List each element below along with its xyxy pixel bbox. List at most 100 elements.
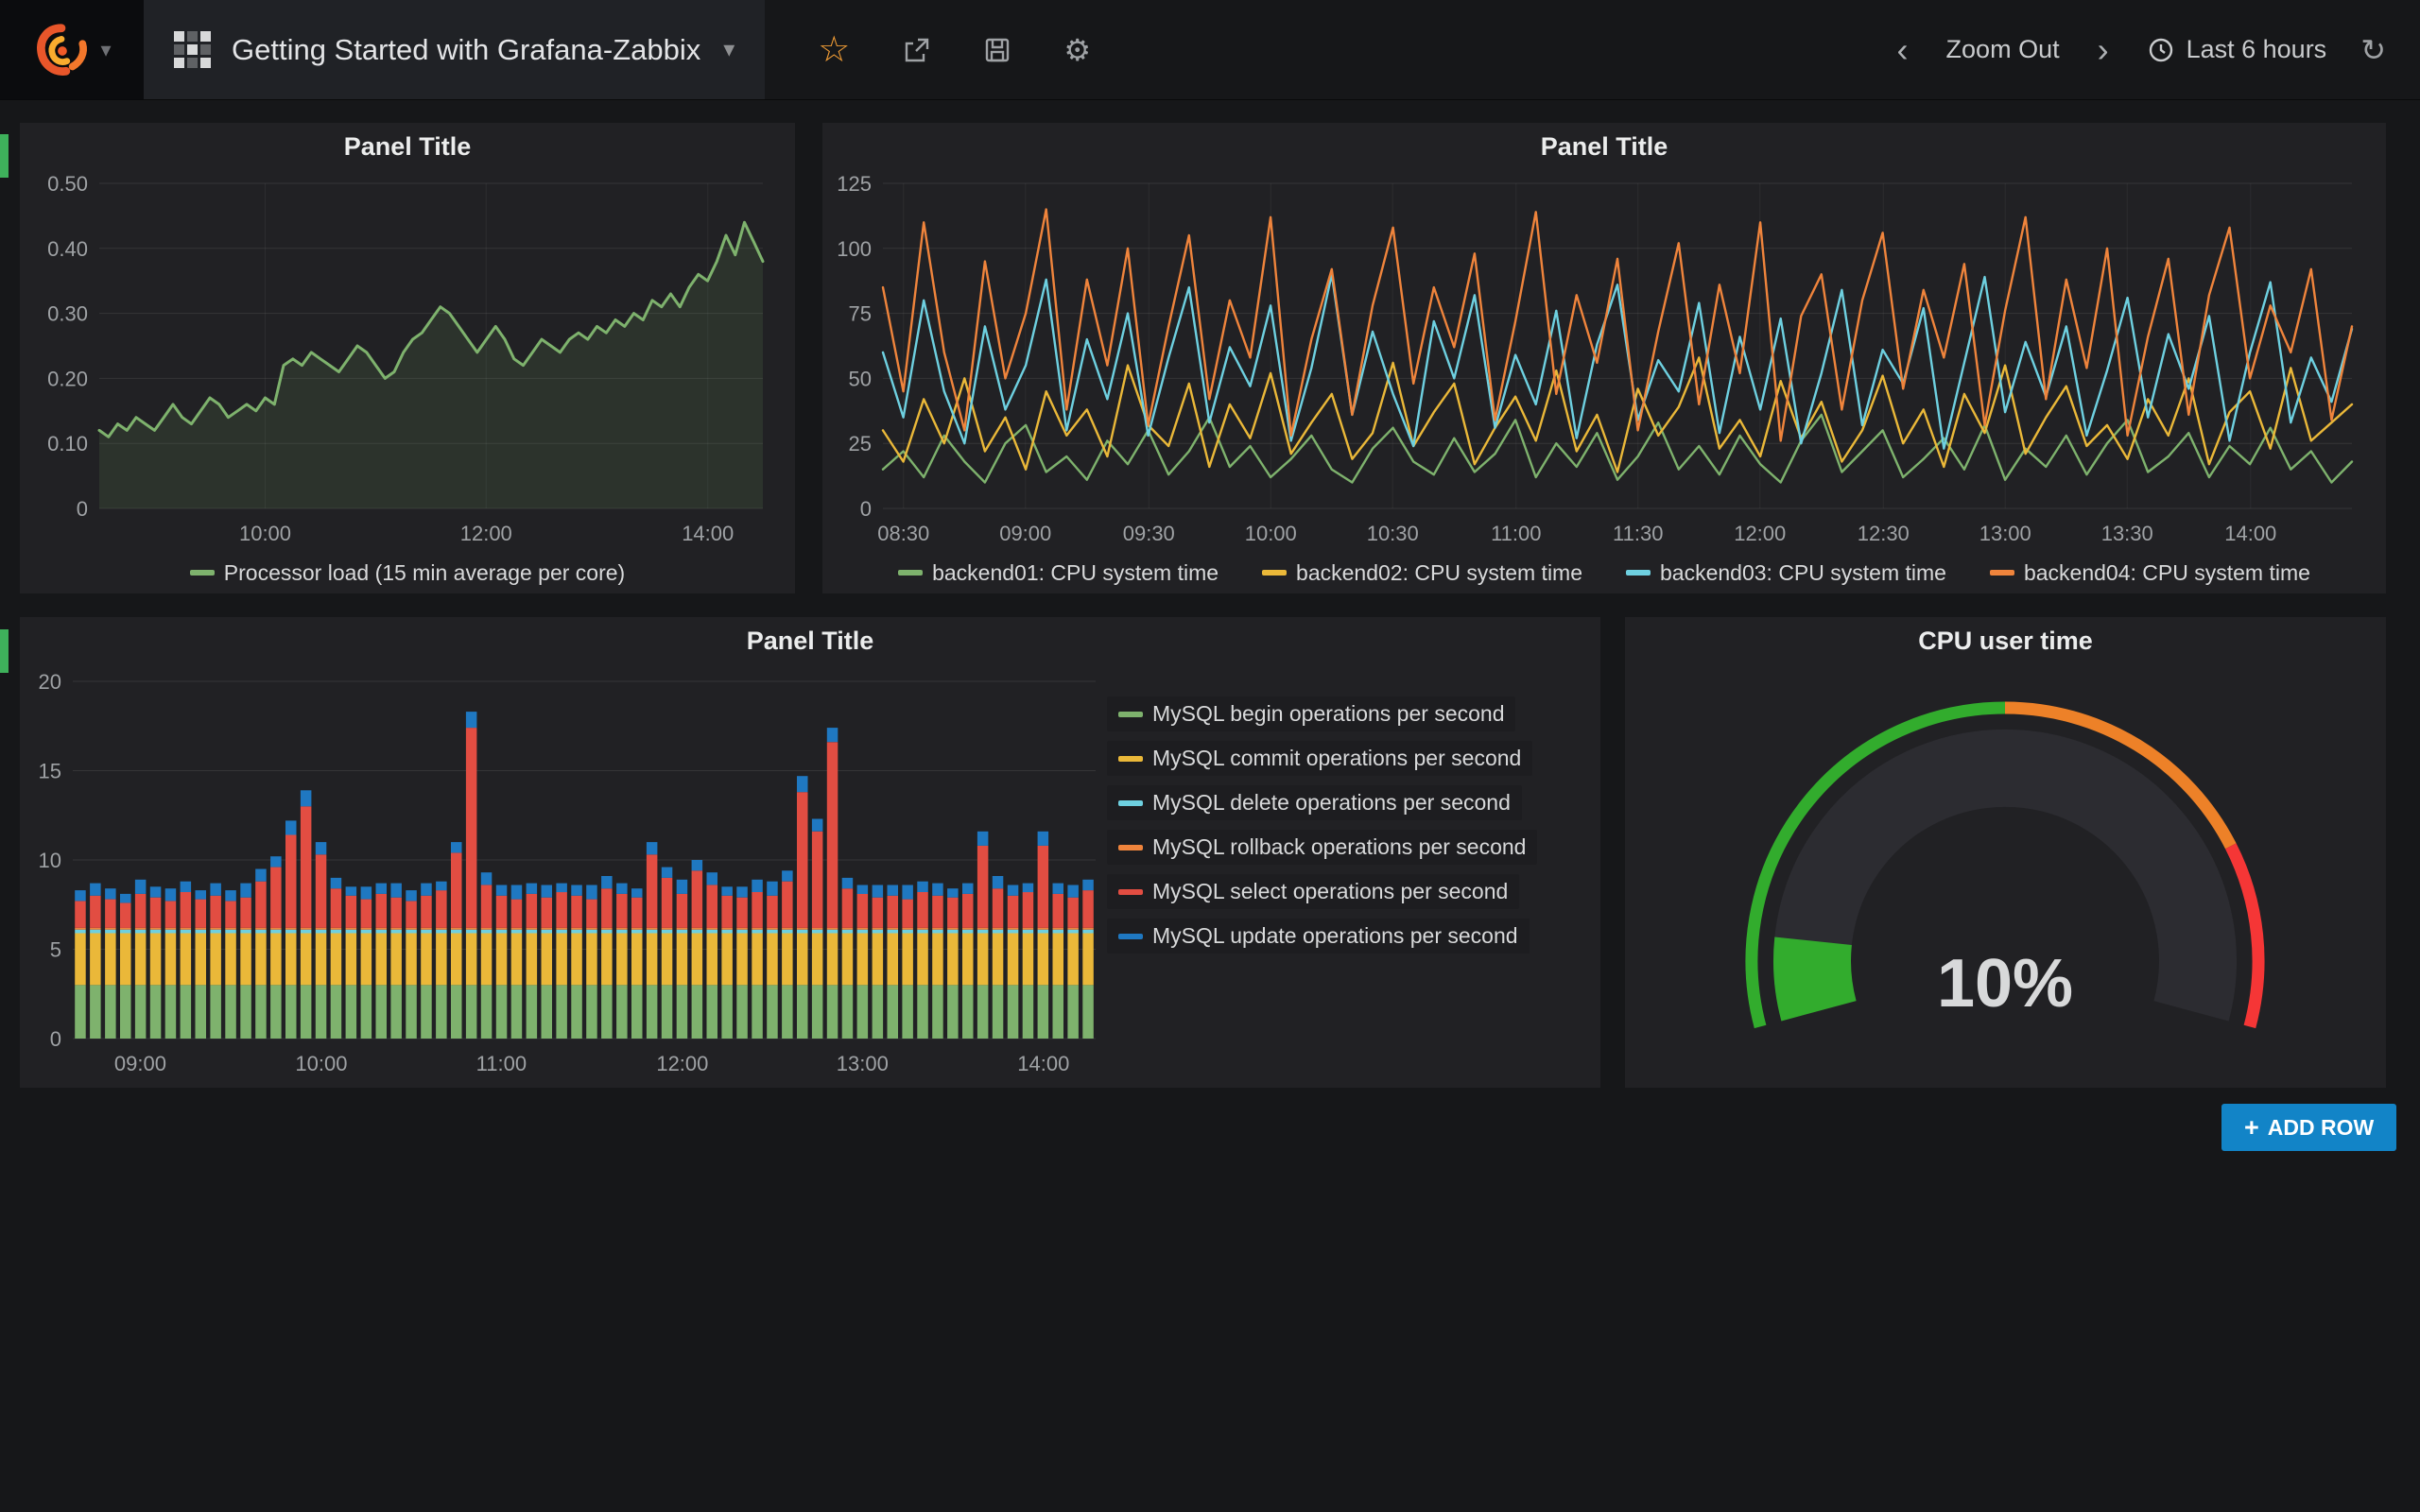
svg-text:10:00: 10:00 (239, 522, 291, 545)
time-shift-right-button[interactable]: › (2094, 30, 2113, 70)
svg-text:0.50: 0.50 (47, 172, 88, 196)
clock-icon (2147, 36, 2175, 64)
svg-text:09:00: 09:00 (114, 1052, 166, 1075)
legend-marker (898, 570, 923, 576)
svg-text:11:00: 11:00 (1491, 522, 1541, 545)
star-icon: ☆ (818, 32, 850, 68)
legend-label: MySQL update operations per second (1152, 923, 1518, 949)
legend-label: MySQL rollback operations per second (1152, 834, 1526, 860)
chevron-left-icon: ‹ (1897, 30, 1909, 69)
legend-item[interactable]: MySQL delete operations per second (1107, 785, 1522, 820)
legend-marker (1118, 845, 1143, 850)
svg-text:12:00: 12:00 (1734, 522, 1786, 545)
svg-text:10:00: 10:00 (295, 1052, 347, 1075)
panel-cpu-system-time: Panel Title 025507510012508:3009:0009:30… (822, 123, 2386, 593)
panel-title[interactable]: Panel Title (822, 123, 2386, 170)
legend-marker (1118, 800, 1143, 806)
refresh-button[interactable]: ↻ (2360, 35, 2386, 65)
svg-text:10%: 10% (1937, 946, 2073, 1022)
save-button[interactable] (982, 35, 1012, 65)
panel-mysql-operations: Panel Title 0510152009:0010:0011:0012:00… (20, 617, 1600, 1088)
legend-label: Processor load (15 min average per core) (224, 560, 625, 586)
save-icon (982, 35, 1012, 65)
time-range-picker[interactable]: Last 6 hours (2141, 34, 2333, 65)
legend-marker (1626, 570, 1651, 576)
legend-item[interactable]: Processor load (15 min average per core) (190, 560, 625, 586)
grafana-logo-menu[interactable]: ▾ (0, 0, 144, 99)
svg-text:50: 50 (849, 367, 872, 390)
bar-chart-canvas[interactable]: 0510152009:0010:0011:0012:0013:0014:00 (20, 664, 1107, 1084)
line-chart-canvas[interactable]: 025507510012508:3009:0009:3010:0010:3011… (822, 170, 2386, 552)
legend-item[interactable]: MySQL select operations per second (1107, 874, 1519, 909)
panel-title[interactable]: CPU user time (1625, 617, 2386, 664)
legend-item[interactable]: backend02: CPU system time (1262, 560, 1582, 586)
svg-text:10:00: 10:00 (1245, 522, 1297, 545)
add-row-button[interactable]: + ADD ROW (2221, 1104, 2396, 1151)
svg-text:12:30: 12:30 (1858, 522, 1910, 545)
time-controls: ‹ Zoom Out › Last 6 hours ↻ (1893, 0, 2420, 99)
legend-marker (1990, 570, 2014, 576)
legend-marker (1118, 712, 1143, 717)
svg-text:5: 5 (50, 938, 61, 962)
svg-text:14:00: 14:00 (2224, 522, 2276, 545)
legend-label: backend01: CPU system time (932, 560, 1219, 586)
svg-text:09:30: 09:30 (1123, 522, 1175, 545)
panel-legend: Processor load (15 min average per core) (20, 552, 795, 593)
dashboard-grid-icon (174, 31, 211, 68)
svg-text:15: 15 (39, 760, 61, 783)
star-button[interactable]: ☆ (818, 32, 850, 68)
svg-text:12:00: 12:00 (460, 522, 512, 545)
svg-text:11:30: 11:30 (1613, 522, 1663, 545)
svg-text:14:00: 14:00 (682, 522, 734, 545)
svg-text:13:00: 13:00 (1979, 522, 2031, 545)
legend-item[interactable]: backend04: CPU system time (1990, 560, 2310, 586)
row-toggle-handle[interactable] (0, 629, 9, 673)
line-chart-canvas[interactable]: 00.100.200.300.400.5010:0012:0014:00 (20, 170, 795, 552)
settings-button[interactable]: ⚙ (1063, 35, 1091, 65)
svg-text:20: 20 (39, 670, 61, 694)
legend-item[interactable]: MySQL commit operations per second (1107, 741, 1532, 776)
svg-text:11:00: 11:00 (476, 1052, 527, 1075)
chevron-down-icon: ▾ (723, 36, 735, 63)
time-shift-left-button[interactable]: ‹ (1893, 30, 1912, 70)
panel-title[interactable]: Panel Title (20, 123, 795, 170)
dashboard-title: Getting Started with Grafana-Zabbix (232, 33, 700, 67)
row-toggle-handle[interactable] (0, 134, 9, 178)
legend-label: MySQL commit operations per second (1152, 746, 1521, 771)
legend-marker (190, 570, 215, 576)
legend-label: backend04: CPU system time (2024, 560, 2310, 586)
dashboard-picker[interactable]: Getting Started with Grafana-Zabbix ▾ (144, 0, 765, 99)
svg-text:08:30: 08:30 (877, 522, 929, 545)
panel-title[interactable]: Panel Title (20, 617, 1600, 664)
legend-item[interactable]: backend03: CPU system time (1626, 560, 1946, 586)
legend-marker (1262, 570, 1287, 576)
panel-legend: backend01: CPU system time backend02: CPU… (822, 552, 2386, 593)
legend-marker (1118, 934, 1143, 939)
svg-text:100: 100 (837, 237, 872, 261)
svg-text:75: 75 (849, 302, 872, 326)
time-range-label: Last 6 hours (2187, 35, 2327, 64)
legend-marker (1118, 889, 1143, 895)
svg-text:14:00: 14:00 (1017, 1052, 1069, 1075)
svg-text:125: 125 (837, 172, 872, 196)
legend-item[interactable]: backend01: CPU system time (898, 560, 1219, 586)
svg-text:0: 0 (50, 1027, 61, 1051)
chevron-down-icon: ▾ (100, 38, 111, 62)
share-icon (901, 35, 931, 65)
zoom-out-button[interactable]: Zoom Out (1941, 34, 2066, 65)
svg-text:09:00: 09:00 (999, 522, 1051, 545)
svg-text:13:00: 13:00 (837, 1052, 889, 1075)
refresh-icon: ↻ (2360, 35, 2386, 65)
legend-item[interactable]: MySQL update operations per second (1107, 919, 1530, 954)
svg-text:0.10: 0.10 (47, 432, 88, 455)
legend-item[interactable]: MySQL rollback operations per second (1107, 830, 1537, 865)
share-button[interactable] (901, 35, 931, 65)
panel-cpu-user-time-gauge: CPU user time 10% (1625, 617, 2386, 1088)
legend-label: MySQL begin operations per second (1152, 701, 1504, 727)
legend-label: backend03: CPU system time (1660, 560, 1946, 586)
plus-icon: + (2244, 1113, 2259, 1143)
grafana-logo-icon (32, 21, 91, 79)
legend-item[interactable]: MySQL begin operations per second (1107, 696, 1515, 731)
svg-text:12:00: 12:00 (656, 1052, 708, 1075)
svg-text:0.40: 0.40 (47, 237, 88, 261)
